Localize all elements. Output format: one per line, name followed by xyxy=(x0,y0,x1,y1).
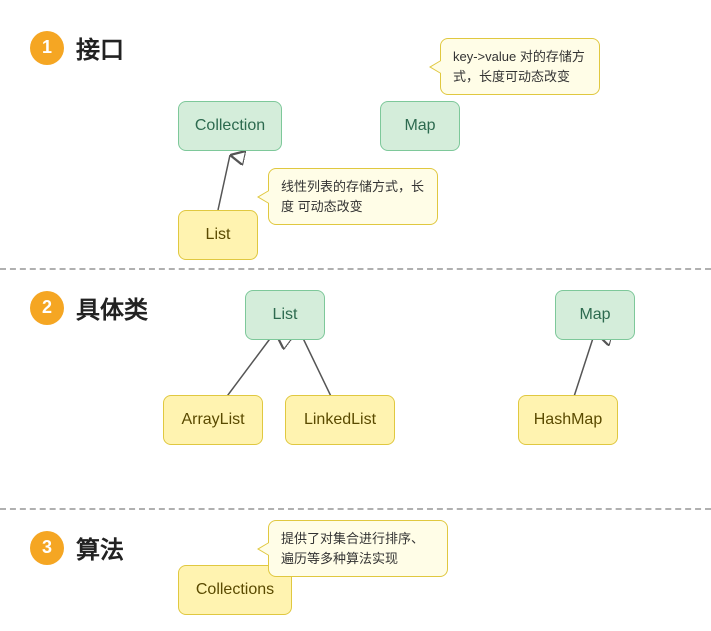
list-tooltip: 线性列表的存储方式，长度 可动态改变 xyxy=(268,168,438,225)
linkedlist-node: LinkedList xyxy=(285,395,395,445)
section-1-label: 1 接口 xyxy=(30,30,124,65)
section-algorithm: 3 算法 Collections 提供了对集合进行排序、遍历等多种算法实现 xyxy=(0,510,711,631)
circle-2: 2 xyxy=(30,291,64,325)
circle-1: 1 xyxy=(30,31,64,65)
section-2-title: 具体类 xyxy=(76,290,148,325)
section-3-label: 3 算法 xyxy=(30,530,124,565)
map-tooltip: key->value 对的存储方 式，长度可动态改变 xyxy=(440,38,600,95)
collection-node: Collection xyxy=(178,101,282,151)
collections-tooltip: 提供了对集合进行排序、遍历等多种算法实现 xyxy=(268,520,448,577)
section-2-label: 2 具体类 xyxy=(30,290,148,325)
circle-3: 3 xyxy=(30,531,64,565)
list1-node: List xyxy=(178,210,258,260)
arraylist-node: ArrayList xyxy=(163,395,263,445)
section-interfaces: 1 接口 Collection Map List key->value 对的存储… xyxy=(0,0,711,270)
list2-node: List xyxy=(245,290,325,340)
section-concrete: 2 具体类 List Map ArrayList LinkedList Hash… xyxy=(0,270,711,510)
section-3-title: 算法 xyxy=(76,530,124,565)
hashmap-node: HashMap xyxy=(518,395,618,445)
map1-node: Map xyxy=(380,101,460,151)
section-1-title: 接口 xyxy=(76,30,124,65)
map2-node: Map xyxy=(555,290,635,340)
